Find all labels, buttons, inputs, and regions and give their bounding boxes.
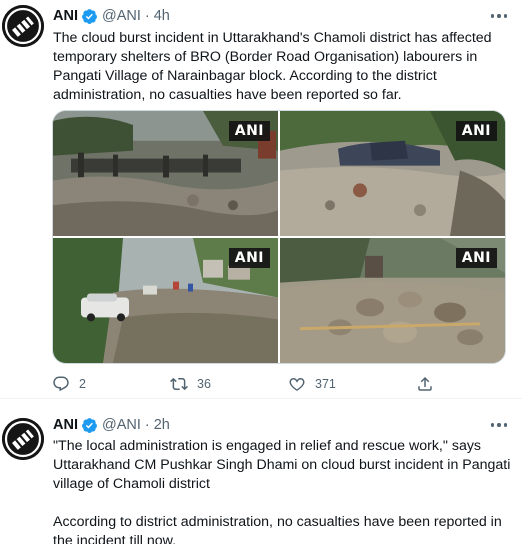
more-dot-icon: [503, 423, 508, 427]
media-photo[interactable]: ANI: [280, 238, 505, 363]
timestamp[interactable]: 2h: [154, 417, 170, 433]
more-dot-icon: [490, 423, 495, 427]
tweet[interactable]: ANI @ANI · 2h "The local administration …: [0, 399, 522, 544]
like-count: 371: [315, 377, 336, 391]
retweet-icon: [170, 377, 188, 391]
reply-icon: [53, 376, 69, 392]
ani-watermark: ANI: [455, 121, 497, 141]
media-photo[interactable]: ANI: [53, 111, 278, 236]
media-photo[interactable]: ANI: [53, 238, 278, 363]
media-grid: ANI ANI ANI ANI: [52, 110, 506, 364]
tweet-text: The cloud burst incident in Uttarakhand'…: [53, 29, 513, 105]
heart-icon: [289, 378, 305, 391]
reply-button[interactable]: 2: [52, 375, 86, 393]
media-photo[interactable]: ANI: [280, 111, 505, 236]
handle[interactable]: @ANI: [102, 8, 141, 24]
timestamp[interactable]: 4h: [154, 8, 170, 24]
verified-badge-icon: [81, 8, 98, 25]
retweet-count: 36: [197, 377, 211, 391]
tweet-text: "The local administration is engaged in …: [53, 437, 513, 544]
display-name[interactable]: ANI: [53, 417, 78, 433]
ani-logo-icon: [2, 5, 44, 47]
tweet-actions: 2 36 371: [52, 375, 452, 395]
tweet-paragraph: "The local administration is engaged in …: [53, 438, 511, 492]
reply-count: 2: [79, 377, 86, 391]
more-options-button[interactable]: [488, 6, 510, 26]
tweet-header: ANI @ANI · 2h: [53, 415, 170, 435]
share-icon: [418, 376, 432, 391]
like-button[interactable]: 371: [288, 375, 336, 393]
display-name[interactable]: ANI: [53, 8, 78, 24]
retweet-button[interactable]: 36: [170, 375, 211, 393]
more-options-button[interactable]: [488, 415, 510, 435]
tweet-paragraph: According to district administration, no…: [53, 514, 502, 544]
ani-watermark: ANI: [228, 121, 270, 141]
more-dot-icon: [497, 423, 501, 427]
avatar[interactable]: [2, 5, 44, 47]
tweet[interactable]: ANI @ANI · 4h The cloud burst incident i…: [0, 0, 522, 395]
ani-watermark: ANI: [455, 248, 497, 268]
verified-badge-icon: [81, 417, 98, 434]
handle[interactable]: @ANI: [102, 417, 141, 433]
share-button[interactable]: [416, 375, 434, 393]
tweet-paragraph: The cloud burst incident in Uttarakhand'…: [53, 30, 492, 103]
tweet-header: ANI @ANI · 4h: [53, 6, 170, 26]
ani-watermark: ANI: [228, 248, 270, 268]
separator-dot: ·: [144, 8, 150, 24]
ani-logo-icon: [2, 418, 44, 460]
more-dot-icon: [497, 14, 501, 18]
more-dot-icon: [503, 14, 508, 18]
avatar[interactable]: [2, 418, 44, 460]
more-dot-icon: [490, 14, 495, 18]
separator-dot: ·: [144, 417, 150, 433]
